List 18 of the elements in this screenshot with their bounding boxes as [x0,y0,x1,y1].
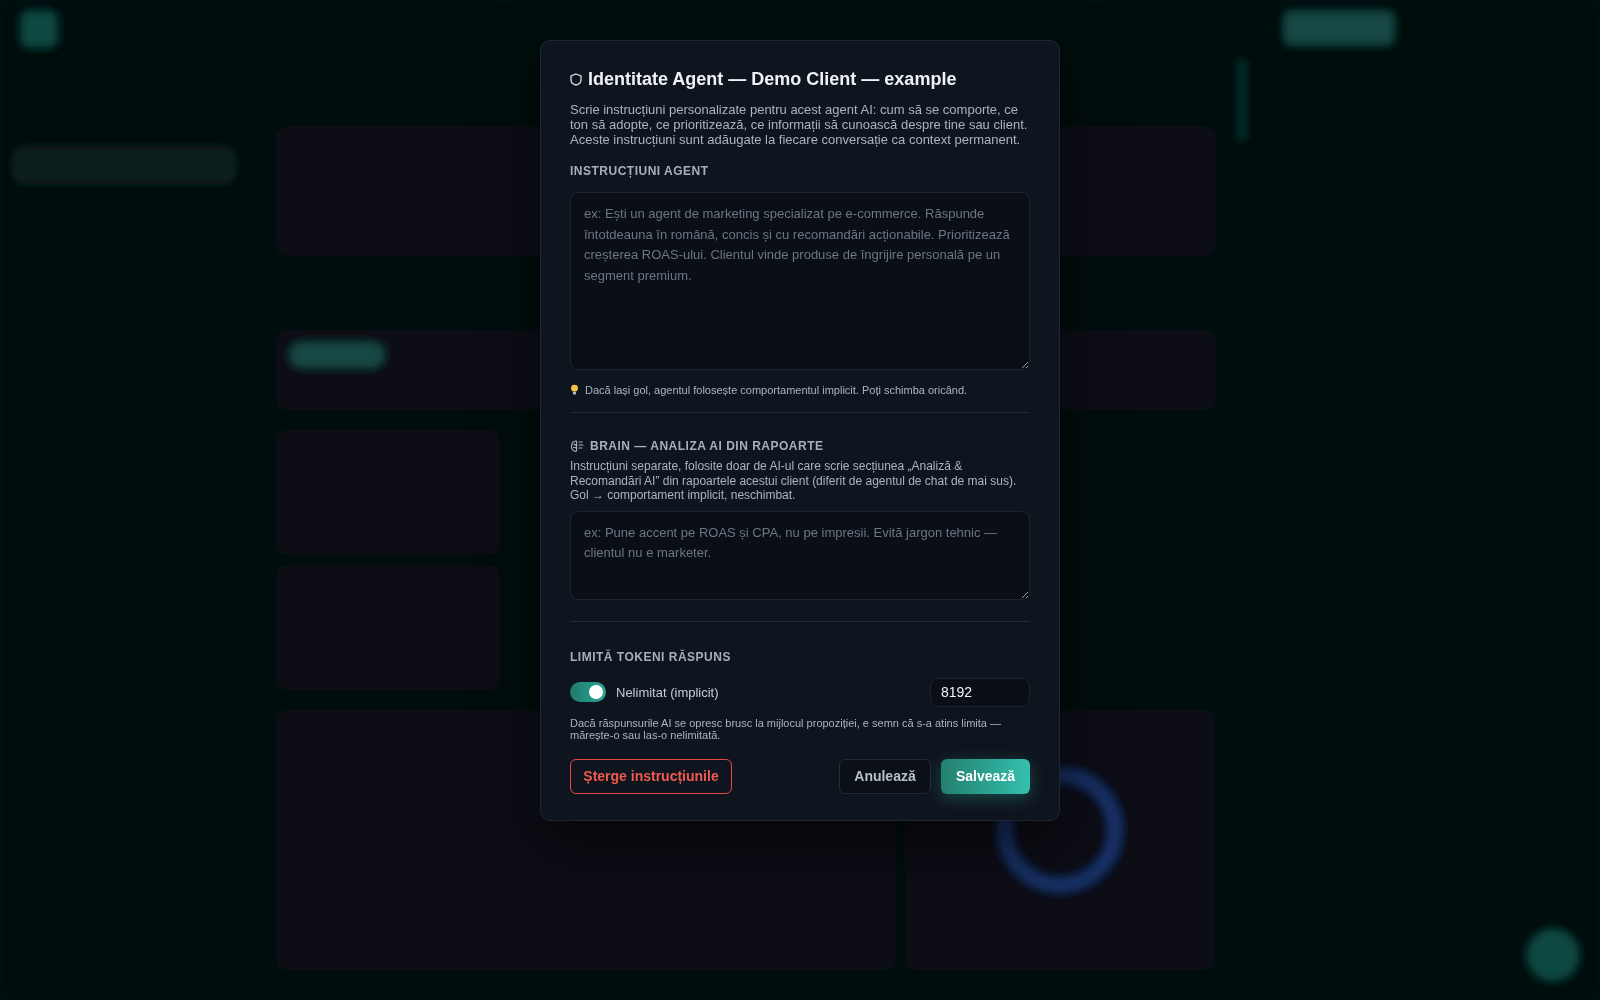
dialog-description: Scrie instrucțiuni personalizate pentru acest agent AI: cum să se comporte, ce ton să adopte, ce prioritizează, ce informații să cunoască despre tine sau client. Aceste instrucțiuni sunt adăugate la fiecare conversație ca context permanent. [570,102,1029,147]
agent-instructions-field[interactable]: ex: Ești un agent de marketing specializat pe e-commerce. Răspunde întotdeauna în română, concis și cu recomandări acționabile. Prioritizează creșterea ROAS-ului. Clientul vinde produse de îngrijire personală pe un segment premium. [570,192,1030,370]
shield-icon [570,73,582,86]
cancel-button[interactable]: Anulează [839,758,931,794]
section-label: INSTRUCȚIUNI AGENT [570,164,710,178]
note-text: Dacă răspunsurile AI se opresc brusc la mijlocul propoziției, e semn că s-a atins limita — mărește-o sau las-o nelimitată. [570,716,1002,741]
dialog-title: Identitate Agent — Demo Client — example [588,69,957,90]
section-label: BRAIN — ANALIZA AI DIN RAPOARTE [590,439,824,453]
toggle-label: Nelimitat (implicit) [616,684,720,700]
hint-text: Dacă lași gol, agentul folosește comportamentul implicit. Poți schimba oricând. [585,384,968,396]
section-label: LIMITĂ TOKENI RĂSPUNS [570,649,732,664]
section-description: Instrucțiuni separate, folosite doar de AI-ul care scrie secțiunea „Analiză & Recomandări AI” din rapoartele acestui client (diferit de agentul de chat de mai sus). Gol → comportament implicit, neschimbat. [570,459,1018,503]
brain-instructions-field[interactable]: ex: Pune accent pe ROAS și CPA, nu pe impresii. Evită jargon tehnic — clientul nu e marketer. [570,510,1030,600]
delete-button[interactable]: Șterge instrucțiunile [570,758,732,794]
brain-icon [570,439,584,453]
token-limit-field[interactable]: 8192 [930,677,1030,707]
toggle-switch[interactable] [570,682,606,702]
lightbulb-icon [570,384,579,396]
